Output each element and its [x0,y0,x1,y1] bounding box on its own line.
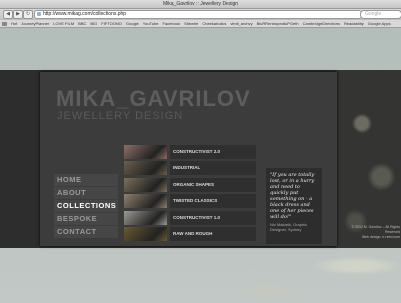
copyright-text: © 2012 M. Gavrilov – All Rights Reserved [351,225,401,234]
forward-button[interactable]: ▶ [13,10,23,19]
site-favicon-icon [37,12,41,16]
bookmark-item[interactable]: vimit_archvy [230,20,252,27]
nav-item-contact[interactable]: CONTACT [54,226,118,238]
bookmark-item[interactable]: Google Apps [368,20,391,27]
jewellery-photo-background [336,70,401,248]
credit-link[interactable]: Web design: n-reed.com [340,235,400,240]
window-titlebar: Mika_Gavrilov :: Jewellery Design [0,0,401,14]
collection-thumbnail[interactable] [124,161,167,176]
bookmark-item[interactable]: Cheekaholics [202,20,226,27]
bookmark-item[interactable]: Facebook [163,20,181,27]
nav-item-collections[interactable]: COLLECTIONS [54,200,118,212]
bookmark-item[interactable]: YouTube [143,20,159,27]
collection-thumbnail[interactable] [124,226,167,241]
bookmark-item[interactable]: CambridgeDirections [303,20,340,27]
collection-item[interactable]: CONSTRUCTIVIST 2.0 [124,145,256,159]
collection-thumbnail[interactable] [124,177,167,192]
nav-item-bespoke[interactable]: BESPOKE [54,213,118,225]
testimonial-box: "If you are totally lost, or in a hurry … [266,168,322,244]
collection-item[interactable]: ORGANIC SHAPES [124,177,256,192]
bookmark-item[interactable]: BluRRentropedtuPOeth [257,20,299,27]
bookmark-item[interactable]: JourneyPlanner [21,20,49,27]
bookmark-item[interactable]: Google [126,20,139,27]
browser-toolbar: ◀ ▶ ↻ http://www.mikag.com/collections.p… [0,9,401,19]
nav-item-home[interactable]: HOME [54,174,118,186]
nav-item-about[interactable]: ABOUT [54,187,118,199]
collection-item[interactable]: CONSTRUCTIVIST 1.0 [124,210,256,225]
collection-item[interactable]: TWISTED CLASSICS [124,194,256,209]
reload-button[interactable]: ↻ [23,10,33,19]
search-field[interactable]: Google [360,10,401,19]
collections-list: CONSTRUCTIVIST 2.0 INDUSTRIAL ORGANIC SHAP… [124,145,256,243]
collection-item[interactable]: RAW AND ROUGH [124,226,256,241]
collection-item[interactable]: INDUSTRIAL [124,161,256,176]
collection-thumbnail[interactable] [124,194,167,209]
back-button[interactable]: ◀ [3,10,13,19]
collection-thumbnail[interactable] [124,210,167,225]
bookmark-item[interactable]: BIG [90,20,97,27]
bookmark-item[interactable]: Hot [11,20,17,27]
site-logo-name[interactable]: MIKA_GAVRILOV [56,88,251,110]
window-title: Mika_Gavrilov :: Jewellery Design [162,1,239,7]
collection-label[interactable]: CONSTRUCTIVIST 2.0 [170,145,256,159]
bookmark-item[interactable]: FIFTOONO [101,20,122,27]
collection-label[interactable]: CONSTRUCTIVIST 1.0 [170,210,256,225]
main-navigation: HOME ABOUT COLLECTIONS BESPOKE CONTACT [54,174,118,239]
collection-label[interactable]: INDUSTRIAL [170,161,256,176]
bookmarks-icon[interactable] [2,21,7,26]
testimonial-quote: "If you are totally lost, or in a hurry … [270,172,315,220]
address-bar[interactable]: http://www.mikag.com/collections.php [34,10,362,19]
copyright-footer: © 2012 M. Gavrilov – All Rights Reserved… [340,225,401,240]
bookmark-item[interactable]: LOVE FILM [53,20,74,27]
collection-label[interactable]: TWISTED CLASSICS [170,194,256,209]
testimonial-author: Nic Makarik, Graphic Designer, Sydney [270,222,308,232]
collection-label[interactable]: RAW AND ROUGH [170,226,256,241]
bottom-decoration [180,250,401,303]
site-logo-tagline: JEWELLERY DESIGN [57,110,184,122]
bookmark-item[interactable]: Readability [344,20,364,27]
bookmark-item[interactable]: Sitewire [184,20,198,27]
collection-thumbnail[interactable] [124,145,167,159]
bookmarks-bar: Hot JourneyPlanner LOVE FILM BBC BIG FIFTOONO… [0,20,401,28]
bookmark-item[interactable]: BBC [78,20,86,27]
collection-label[interactable]: ORGANIC SHAPES [170,177,256,192]
address-bar-url: http://www.mikag.com/collections.php [43,11,127,17]
